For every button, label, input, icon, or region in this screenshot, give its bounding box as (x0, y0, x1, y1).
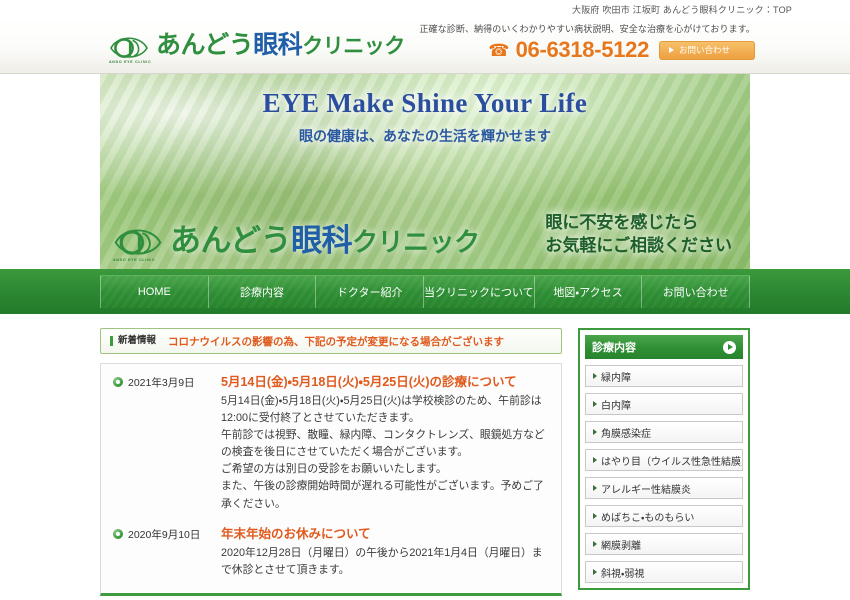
hero-cta-line2: お気軽にご相談ください (545, 235, 732, 255)
arrow-right-icon (593, 513, 597, 519)
hero-cta-line1: 眼に不安を感じたら (545, 213, 699, 233)
hero-logo-text-part3: クリニック (352, 226, 480, 257)
arrow-right-icon (593, 373, 597, 379)
phone-number: 06-6318-5122 (515, 37, 650, 62)
page-content: 新着情報 コロナウイルスの影響の為、下記の予定が変更になる場合がございます 20… (100, 314, 750, 600)
hero-logo-wordmark: あんどう眼科クリニック (170, 225, 480, 256)
sidebar-item-glaucoma[interactable]: 緑内障 (585, 365, 743, 387)
sidebar-item-retinal-detachment[interactable]: 網膜剥離 (585, 533, 743, 555)
arrow-right-icon (593, 569, 597, 575)
arrow-right-icon (593, 429, 597, 435)
eye-logo-icon: ANDO EYE CLINIC (108, 29, 152, 64)
news-date-block: 2021年3月9日 (113, 374, 221, 513)
breadcrumb: 大阪府 吹田市 江坂町 あんどう眼科クリニック：TOP (572, 4, 792, 15)
nav-item-about[interactable]: 当クリニックについて (424, 276, 535, 308)
nav-item-home[interactable]: HOME (100, 276, 209, 308)
bullet-icon (113, 528, 123, 539)
play-circle-icon (723, 340, 736, 354)
hero-banner: EYE Make Shine Your Life 眼の健康は、あなたの生活を輝か… (100, 74, 750, 269)
header-contact-block: 正確な診断、納得のいくわかりやすい病状説明、安全な治療を心がけております。 ☎ … (419, 22, 755, 61)
news-title[interactable]: 5月14日(金)・5月18日(火)・5月25日(火)の診療について (221, 374, 549, 391)
arrow-right-icon (593, 401, 597, 407)
news-alert-tag: 新着情報 (110, 335, 156, 347)
news-date: 2021年3月9日 (128, 377, 195, 389)
news-alert-banner: 新着情報 コロナウイルスの影響の為、下記の予定が変更になる場合がございます (100, 328, 562, 354)
sidebar-item-label: 角膜感染症 (601, 428, 651, 440)
logo-text-part1: あんどう (156, 31, 254, 59)
arrow-right-icon (593, 485, 597, 491)
phone-icon: ☎ (488, 40, 510, 60)
nav-list: HOME 診療内容 ドクター紹介 当クリニックについて 地図・アクセス お問い合… (100, 275, 751, 308)
sidebar-item-label: めばちこ・ものもらい (601, 512, 695, 524)
news-text: 5月14日(金)・5月18日(火)・5月25日(火)は学校検診のため、午前診は1… (221, 395, 545, 510)
logo-text-part2: 眼科 (253, 31, 303, 59)
sidebar: 診療内容 緑内障 白内障 角膜感染症 はやり目（ウイルス性急性結膜炎） (578, 328, 750, 600)
navigation-bar: HOME 診療内容 ドクター紹介 当クリニックについて 地図・アクセス お問い合… (0, 269, 850, 314)
sidebar-item-label: はやり目（ウイルス性急性結膜炎） (601, 456, 742, 468)
news-item: 2020年9月10日 年末年始のお休みについて 2020年12月28日（月曜日）… (113, 526, 549, 579)
news-list: 2021年3月9日 5月14日(金)・5月18日(火)・5月25日(火)の診療に… (100, 363, 562, 596)
header-tagline: 正確な診断、納得のいくわかりやすい病状説明、安全な治療を心がけております。 (419, 24, 755, 34)
contact-button[interactable]: お問い合わせ (659, 40, 755, 60)
sidebar-item-viral-conjunctivitis[interactable]: はやり目（ウイルス性急性結膜炎） (585, 449, 743, 471)
sidebar-item-label: 網膜剥離 (601, 540, 641, 552)
sidebar-item-stye[interactable]: めばちこ・ものもらい (585, 505, 743, 527)
news-date: 2020年9月10日 (128, 528, 201, 541)
site-logo[interactable]: ANDO EYE CLINIC あんどう眼科クリニック (108, 29, 405, 64)
nav-item-doctor[interactable]: ドクター紹介 (316, 276, 425, 308)
sidebar-item-corneal-infection[interactable]: 角膜感染症 (585, 421, 743, 443)
sidebar-item-label: 緑内障 (601, 372, 631, 384)
main-column: 新着情報 コロナウイルスの影響の為、下記の予定が変更になる場合がございます 20… (100, 328, 562, 600)
news-date-block: 2020年9月10日 (113, 526, 221, 579)
arrow-right-icon (593, 541, 597, 547)
services-panel-header[interactable]: 診療内容 (585, 335, 743, 359)
arrow-right-icon (669, 47, 674, 53)
logo-caption: ANDO EYE CLINIC (109, 59, 152, 64)
logo-text-part3: クリニック (302, 35, 405, 58)
hero-logo: ANDO EYE CLINIC あんどう眼科クリニック (112, 219, 480, 263)
arrow-right-icon (593, 457, 597, 463)
phone-block: ☎ 06-6318-5122 (488, 39, 649, 61)
news-title[interactable]: 年末年始のお休みについて (221, 526, 549, 543)
news-alert-message: コロナウイルスの影響の為、下記の予定が変更になる場合がございます (168, 335, 505, 348)
services-panel: 診療内容 緑内障 白内障 角膜感染症 はやり目（ウイルス性急性結膜炎） (578, 328, 750, 590)
nav-item-access[interactable]: 地図・アクセス (535, 276, 643, 308)
nav-item-services[interactable]: 診療内容 (209, 276, 317, 308)
news-text: 2020年12月28日（月曜日）の午後から2021年1月4日（月曜日）まで休診と… (221, 546, 543, 576)
hero-title: EYE Make Shine Your Life (262, 88, 588, 118)
hero-logo-caption: ANDO EYE CLINIC (113, 258, 156, 262)
hero-eye-logo-icon: ANDO EYE CLINIC (112, 219, 164, 262)
news-item: 2021年3月9日 5月14日(金)・5月18日(火)・5月25日(火)の診療に… (113, 374, 549, 513)
sidebar-item-cataract[interactable]: 白内障 (585, 393, 743, 415)
bullet-icon (113, 377, 123, 387)
news-body: 5月14日(金)・5月18日(火)・5月25日(火)の診療について 5月14日(… (221, 374, 549, 513)
hero-logo-text-part2: 眼科 (291, 222, 353, 258)
top-meta-bar: 大阪府 吹田市 江坂町 あんどう眼科クリニック：TOP (0, 0, 850, 18)
sidebar-item-label: 白内障 (601, 400, 631, 412)
contact-row: ☎ 06-6318-5122 お問い合わせ (488, 39, 755, 61)
hero-subtitle: 眼の健康は、あなたの生活を輝かせます (299, 128, 551, 144)
hero-cta: 眼に不安を感じたら お気軽にご相談ください (545, 212, 732, 257)
logo-wordmark: あんどう眼科クリニック (156, 33, 405, 58)
contact-button-label: お問い合わせ (679, 45, 731, 55)
hero-logo-text-part1: あんどう (170, 222, 292, 258)
sidebar-item-label: 斜視・弱視 (601, 568, 645, 580)
services-panel-title: 診療内容 (592, 342, 636, 354)
site-header: ANDO EYE CLINIC あんどう眼科クリニック 正確な診断、納得のいくわ… (0, 18, 850, 74)
sidebar-item-label: アレルギー性結膜炎 (601, 484, 691, 496)
news-body: 年末年始のお休みについて 2020年12月28日（月曜日）の午後から2021年1… (221, 526, 549, 579)
sidebar-item-strabismus-amblyopia[interactable]: 斜視・弱視 (585, 561, 743, 583)
sidebar-item-allergic-conjunctivitis[interactable]: アレルギー性結膜炎 (585, 477, 743, 499)
nav-item-contact[interactable]: お問い合わせ (642, 276, 751, 308)
